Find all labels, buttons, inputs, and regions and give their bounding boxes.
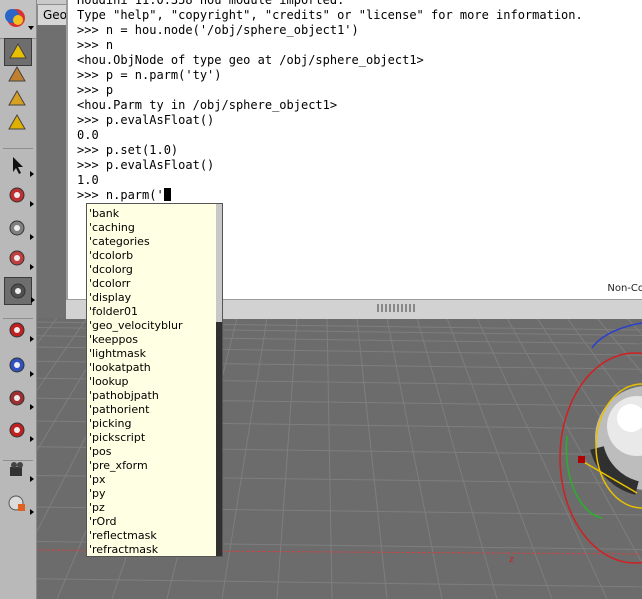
status-label: Non-Co (607, 283, 642, 294)
toolbar-separator (3, 148, 33, 149)
axis-label-z: z (509, 555, 514, 565)
autocomplete-item[interactable]: 'py (89, 487, 106, 501)
shell-line: >>> p = n.parm('ty') (77, 68, 222, 82)
render-icon[interactable] (4, 490, 34, 516)
shell-line: <hou.ObjNode of type geo at /obj/sphere_… (77, 53, 424, 67)
autocomplete-item[interactable]: 'dcolorr (89, 277, 130, 291)
splitter-grip-icon[interactable] (377, 304, 417, 312)
autocomplete-item[interactable]: 'pz (89, 501, 105, 515)
autocomplete-item[interactable]: 'display (89, 291, 131, 305)
shell-input-text: >>> n.parm(' (77, 188, 164, 202)
select-arrow-icon[interactable] (4, 152, 34, 178)
pivot-handle[interactable] (578, 456, 585, 463)
autocomplete-item[interactable]: 'categories (89, 235, 150, 249)
shell-line: >>> p.evalAsFloat() (77, 113, 215, 127)
sphere-object[interactable] (590, 386, 642, 495)
shell-line: 0.0 (77, 128, 99, 142)
autocomplete-item[interactable]: 'pathorient (89, 403, 149, 417)
shell-line: >>> p.evalAsFloat() (77, 158, 215, 172)
scale-tool-icon[interactable] (4, 215, 34, 241)
autocomplete-item[interactable]: 'lookatpath (89, 361, 151, 375)
shell-line: Houdini 11.0.358 hou module imported. (77, 0, 345, 7)
magnet-pose-icon[interactable] (4, 317, 34, 343)
autocomplete-item[interactable]: 'pos (89, 445, 111, 459)
shell-line: >>> p (77, 83, 114, 97)
shell-line: <hou.Parm ty in /obj/sphere_object1> (77, 98, 338, 112)
chevron-down-icon[interactable] (28, 26, 34, 30)
shell-line: 1.0 (77, 173, 99, 187)
magnet-tool-icon[interactable] (4, 417, 34, 443)
text-cursor (163, 188, 171, 201)
autocomplete-item[interactable]: 'keeppos (89, 333, 138, 347)
particle-icon[interactable] (4, 86, 30, 112)
autocomplete-item[interactable]: 'folder01 (89, 305, 138, 319)
tool-shelf (0, 0, 37, 599)
shell-line: Type "help", "copyright", "credits" or "… (77, 8, 583, 22)
autocomplete-item[interactable]: 'dcolorb (89, 249, 133, 263)
autocomplete-item[interactable]: 'lightmask (89, 347, 146, 361)
autocomplete-popup[interactable]: 'bank'caching'categories'dcolorb'dcolorg… (86, 203, 223, 557)
rotate-tool-icon[interactable] (4, 245, 34, 271)
autocomplete-item[interactable]: 'lookup (89, 375, 129, 389)
wireframe-icon[interactable] (4, 62, 30, 88)
tab-geo-label: Geo (43, 8, 68, 22)
autocomplete-item[interactable]: 'rOrd (89, 515, 117, 529)
toolbar-separator (3, 318, 33, 319)
shell-input-line[interactable]: >>> n.parm(' (77, 188, 171, 203)
shell-line: >>> n (77, 38, 114, 52)
autocomplete-item[interactable]: 'pre_xform (89, 459, 148, 473)
shell-line: >>> p.set(1.0) (77, 143, 179, 157)
move-tool-icon[interactable] (4, 182, 34, 208)
autocomplete-item[interactable]: 'dcolorg (89, 263, 133, 277)
magnet-scale-icon[interactable] (4, 385, 34, 411)
autocomplete-item[interactable]: 'reflectmask (89, 529, 157, 543)
autocomplete-item[interactable]: 'px (89, 473, 106, 487)
shell-line: >>> n = hou.node('/obj/sphere_object1') (77, 23, 359, 37)
autocomplete-item[interactable]: 'refractmask (89, 543, 158, 557)
autocomplete-item[interactable]: 'pathobjpath (89, 389, 159, 403)
autocomplete-item[interactable]: 'picking (89, 417, 132, 431)
popup-scrollbar[interactable] (216, 204, 222, 556)
autocomplete-item[interactable]: 'caching (89, 221, 135, 235)
curve-tool-icon[interactable] (4, 352, 34, 378)
popup-scroll-thumb[interactable] (216, 322, 222, 556)
autocomplete-item[interactable]: 'pickscript (89, 431, 145, 445)
houdini-logo-icon (5, 9, 25, 27)
autocomplete-item[interactable]: 'bank (89, 207, 119, 221)
toolbar-header (0, 0, 36, 39)
autocomplete-item[interactable]: 'geo_velocityblur (89, 319, 183, 333)
template-icon[interactable] (4, 110, 30, 136)
toolbar-separator (3, 460, 33, 461)
handle-tool-icon[interactable] (4, 277, 35, 305)
